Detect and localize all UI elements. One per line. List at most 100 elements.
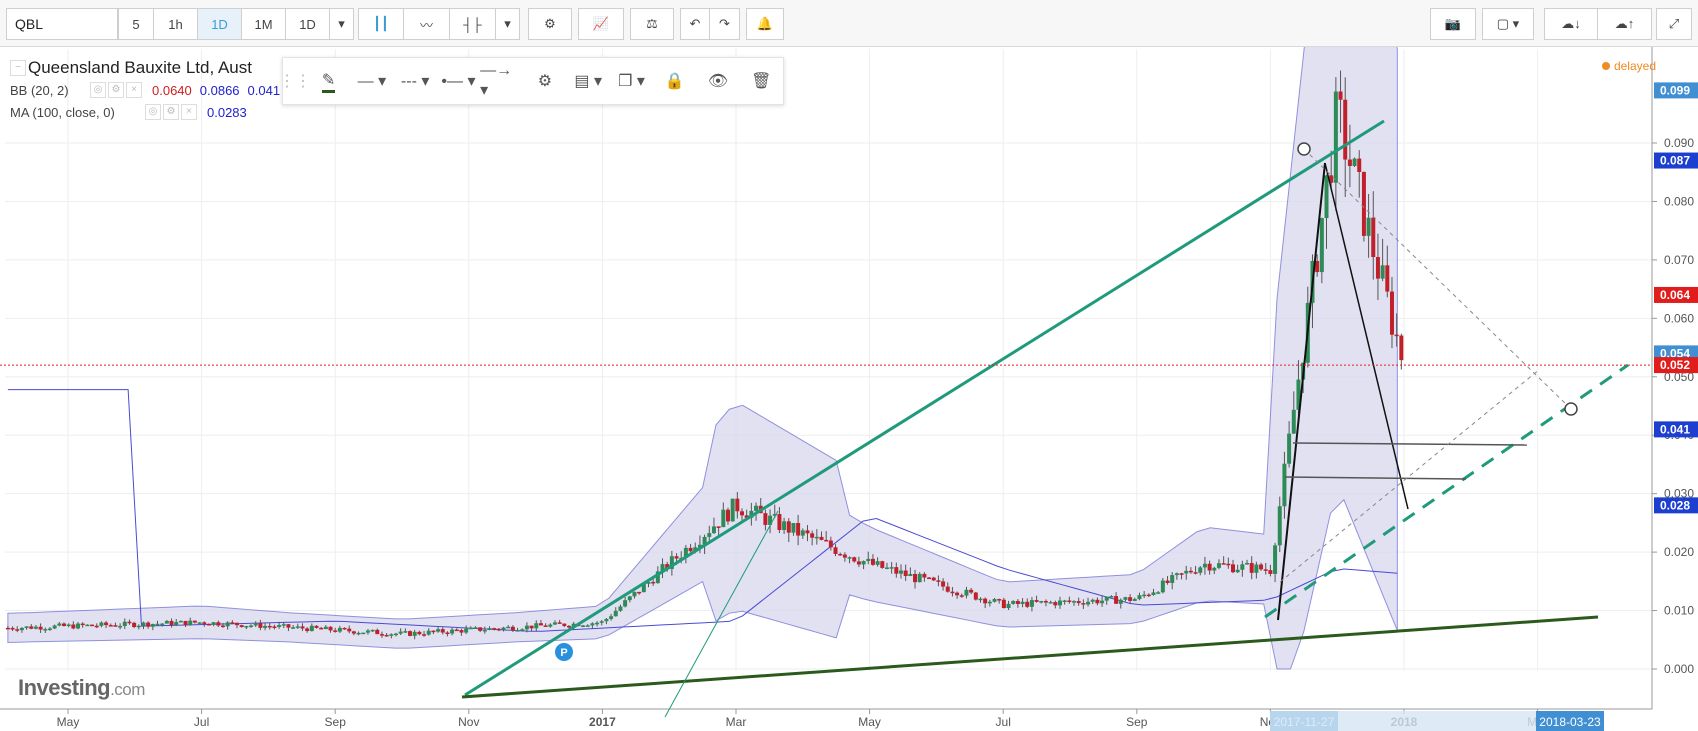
candle-body <box>286 624 291 628</box>
candle-body <box>393 633 398 636</box>
interval-1m[interactable]: 1M <box>242 8 286 40</box>
candle-body <box>791 523 796 533</box>
drag-handle-icon[interactable]: ⋮⋮ <box>279 58 311 104</box>
line-end-right-tool[interactable]: —→ ▾ <box>480 58 523 104</box>
interval-dropdown[interactable]: ▾ <box>330 8 354 40</box>
bar-chart-button[interactable]: ┤├ <box>450 8 496 40</box>
dash-style-tool[interactable]: --- ▾ <box>394 58 437 104</box>
bb-value-1: 0.0640 <box>152 82 192 98</box>
candle-body <box>356 632 361 635</box>
candle-body <box>127 621 132 624</box>
candle-body <box>875 561 880 565</box>
candle-body <box>370 629 375 632</box>
chart-type-dropdown[interactable]: ▾ <box>496 8 520 40</box>
settings-icon: ⚙ <box>544 16 556 31</box>
chart-area[interactable]: P 0.0000.0100.0200.0300.0400.0500.0600.0… <box>0 47 1698 731</box>
interval-1d[interactable]: 1D <box>198 8 242 40</box>
layers-tool[interactable]: ▤ ▾ <box>567 58 610 104</box>
bb-label[interactable]: BB (20, 2) <box>10 83 90 98</box>
cloud-download-icon: ☁↓ <box>1561 16 1581 31</box>
candle-body <box>534 623 539 629</box>
candle-body <box>782 521 787 530</box>
visibility-tool[interactable]: 👁 <box>696 58 739 104</box>
line-chart-icon: 〰 <box>419 17 433 33</box>
copy-tool[interactable]: ❐ ▾ <box>610 58 653 104</box>
candle-body <box>927 577 932 580</box>
candle-body <box>104 622 109 626</box>
candle-body <box>445 632 450 635</box>
ma-label[interactable]: MA (100, close, 0) <box>10 105 145 120</box>
time-axis: MayJulSepNov2017MarMayJulSepNov2018Mar20… <box>57 709 1604 731</box>
candle-body <box>754 505 759 511</box>
undo-button[interactable]: ↶ <box>680 8 710 40</box>
candle-body <box>1352 158 1357 166</box>
settings-tool[interactable]: ⚙ <box>523 58 566 104</box>
alert-button[interactable]: 🔔 <box>746 8 784 40</box>
candle-body <box>1287 433 1292 464</box>
candle-body <box>623 600 628 607</box>
candle-body <box>1067 600 1072 602</box>
candle-body <box>1128 597 1133 601</box>
candle-body <box>581 625 586 627</box>
symbol-text: QBL <box>15 16 44 32</box>
line-end-left-tool[interactable]: •— ▾ <box>437 58 480 104</box>
indicators-button[interactable]: 📈 <box>578 8 624 40</box>
candle-body <box>1142 594 1147 597</box>
candle-body <box>1001 599 1006 609</box>
candle-body <box>1104 596 1109 601</box>
candle-body <box>852 557 857 562</box>
candle-body <box>1399 335 1404 361</box>
candle-body <box>819 536 824 540</box>
gear-icon[interactable]: ⚙ <box>163 104 179 120</box>
candle-body <box>735 498 740 512</box>
snapshot-button[interactable]: 📷 <box>1430 8 1476 40</box>
candle-body <box>1343 99 1348 160</box>
eye-icon[interactable]: ◎ <box>90 82 106 98</box>
layers-icon: ▤ ▾ <box>574 73 603 90</box>
y-tick-label: 0.090 <box>1664 136 1694 150</box>
eye-icon[interactable]: ◎ <box>145 104 161 120</box>
close-icon[interactable]: × <box>181 104 197 120</box>
pencil-tool[interactable]: ✎ <box>307 58 350 104</box>
status-dot-icon <box>1601 62 1610 70</box>
candle-body <box>178 620 183 623</box>
candle-body <box>1039 601 1044 603</box>
candle-body <box>258 623 263 628</box>
interval-custom[interactable]: 1D <box>286 8 330 40</box>
delete-tool[interactable]: 🗑 <box>740 58 783 104</box>
gear-icon[interactable]: ⚙ <box>108 82 124 98</box>
y-tick-label: 0.010 <box>1664 604 1694 618</box>
candle-body <box>810 533 815 538</box>
legend-bb-row: BB (20, 2) ◎ ⚙ × 0.0640 0.0866 0.041 <box>10 79 280 101</box>
lock-tool[interactable]: 🔒 <box>653 58 696 104</box>
candle-body <box>1389 291 1394 335</box>
candle-body <box>220 625 225 628</box>
x-tick-label: May <box>858 715 881 729</box>
redo-button[interactable]: ↷ <box>710 8 740 40</box>
candle-body <box>1263 569 1268 571</box>
interval-5[interactable]: 5 <box>118 8 154 40</box>
compare-button[interactable]: ⚖ <box>630 8 674 40</box>
candle-body <box>1179 573 1184 575</box>
symbol-input[interactable]: QBL <box>6 8 118 40</box>
indicators-group: 📈 <box>578 8 624 40</box>
candle-body <box>847 557 852 559</box>
save-button[interactable]: ☁↑ <box>1598 8 1652 40</box>
candle-body <box>417 631 422 635</box>
color-button[interactable]: ▢ ▾ <box>1482 8 1534 40</box>
candle-body <box>856 561 861 565</box>
candle-body <box>1394 334 1399 337</box>
interval-1h[interactable]: 1h <box>154 8 198 40</box>
candle-body <box>548 624 553 627</box>
candles-button[interactable]: ┃┃ <box>358 8 404 40</box>
load-button[interactable]: ☁↓ <box>1544 8 1598 40</box>
candle-body <box>1174 573 1179 576</box>
settings-button[interactable]: ⚙ <box>528 8 572 40</box>
fullscreen-button[interactable]: ⤢ <box>1656 8 1692 40</box>
close-icon[interactable]: × <box>126 82 142 98</box>
line-style-tool[interactable]: — ▾ <box>350 58 393 104</box>
chart-canvas[interactable]: P 0.0000.0100.0200.0300.0400.0500.0600.0… <box>0 47 1698 731</box>
candle-body <box>47 628 52 630</box>
line-chart-button[interactable]: 〰 <box>404 8 450 40</box>
collapse-icon[interactable]: − <box>10 60 26 76</box>
